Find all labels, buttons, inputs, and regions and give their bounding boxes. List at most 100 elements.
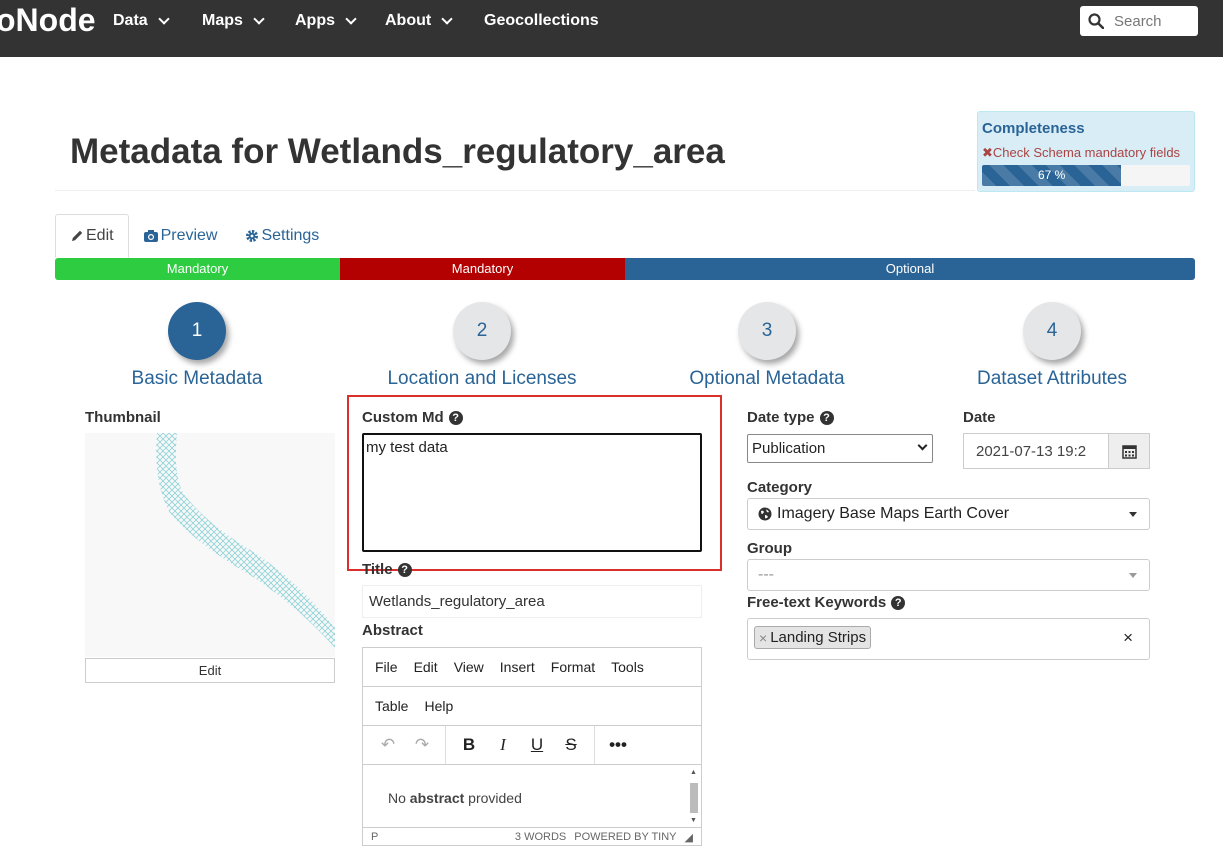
abstract-label: Abstract [362,622,423,639]
thumbnail-edit-button[interactable]: Edit [85,658,335,683]
category-label: Category [747,479,812,496]
nav-about[interactable]: About [385,12,453,30]
help-icon[interactable]: ? [397,562,412,577]
editor-scrollbar[interactable]: ▲ ▼ [689,769,699,825]
more-icon[interactable]: ••• [601,735,635,755]
chevron-down-icon [158,12,170,25]
menu-format[interactable]: Format [543,659,603,675]
custom-md-textarea[interactable]: my test data [362,433,702,552]
title-label: Title ? [362,561,412,578]
menu-tools[interactable]: Tools [603,659,652,675]
underline-icon[interactable]: U [520,735,554,755]
keywords-input[interactable]: × Landing Strips × [747,618,1150,660]
nav-apps[interactable]: Apps [295,12,357,30]
group-label: Group [747,540,792,557]
search-box[interactable] [1080,6,1198,36]
keyword-tag-label: Landing Strips [770,629,867,646]
nav-geocollections-label: Geocollections [484,12,599,29]
menu-edit[interactable]: Edit [406,659,446,675]
camera-icon [143,230,158,242]
calendar-button[interactable] [1108,433,1150,469]
nav-data-label: Data [113,12,148,29]
search-icon [1088,13,1104,29]
powered-by-link[interactable]: POWERED BY TINY [574,831,676,844]
step-dataset-attributes[interactable]: 4 Dataset Attributes [922,302,1182,390]
scrollbar-thumb[interactable] [690,783,698,813]
stepbar-segment-location[interactable]: Mandatory [340,258,625,280]
progress-stepbar: Mandatory Mandatory Optional [55,258,1195,280]
element-path[interactable]: P [371,831,378,843]
step-location-licenses[interactable]: 2 Location and Licenses [352,302,612,390]
step-number: 3 [738,302,796,360]
step-optional-metadata[interactable]: 3 Optional Metadata [637,302,897,390]
close-icon: ✖ [982,145,993,160]
abstract-content-prefix: No [388,790,410,806]
thumbnail-label: Thumbnail [85,409,161,426]
abstract-rich-text-editor: File Edit View Insert Format Tools Table… [362,647,702,846]
menu-file[interactable]: File [367,659,406,675]
date-type-label: Date type ? [747,409,834,426]
remove-tag-icon[interactable]: × [759,630,767,646]
tab-edit-label: Edit [86,227,114,244]
keyword-tag: × Landing Strips [754,626,872,649]
date-input[interactable] [963,433,1109,469]
help-icon[interactable]: ? [891,595,906,610]
editor-content-area[interactable]: No abstract provided ▲ ▼ [363,765,701,828]
editor-menubar-row2: Table Help [363,687,701,726]
nav-apps-label: Apps [295,12,335,29]
title-divider [55,190,975,191]
menu-view[interactable]: View [446,659,492,675]
scroll-down-icon[interactable]: ▼ [690,817,697,824]
bold-icon[interactable]: B [452,735,486,755]
strikethrough-icon[interactable]: S [554,735,588,755]
date-type-label-text: Date type [747,409,815,426]
nav-data[interactable]: Data [113,12,170,30]
search-input[interactable] [1114,12,1194,30]
group-dropdown[interactable]: --- [747,559,1150,591]
menu-table[interactable]: Table [367,698,416,714]
category-selected: Imagery Base Maps Earth Cover [777,505,1010,522]
toolbar-divider [594,726,595,764]
brand-logo[interactable]: oNode [0,2,96,39]
nav-about-label: About [385,12,432,29]
undo-icon[interactable]: ↶ [371,735,405,755]
nav-maps[interactable]: Maps [202,12,265,30]
date-type-selected: Publication [752,440,826,457]
nav-geocollections[interactable]: Geocollections [484,12,599,30]
help-icon[interactable]: ? [448,410,463,425]
metadata-tabs: Edit Preview Settings [55,214,333,258]
stepbar-segment-basic[interactable]: Mandatory [55,258,340,280]
clear-icon[interactable]: × [1123,628,1133,648]
completeness-progress: 67 % [982,165,1190,186]
category-label-text: Category [747,479,813,496]
caret-down-icon [1129,573,1137,578]
completeness-warning-text: Check Schema mandatory fields [992,145,1181,160]
menu-insert[interactable]: Insert [492,659,543,675]
resize-handle-icon[interactable]: ◢ [685,831,693,844]
redo-icon[interactable]: ↷ [405,735,439,755]
completeness-warning[interactable]: ✖Check Schema mandatory fields [982,145,1180,161]
title-input[interactable] [362,585,702,618]
stepbar-segment-optional[interactable]: Optional [625,258,1195,280]
completeness-panel: Completeness ✖Check Schema mandatory fie… [977,111,1195,192]
caret-down-icon [1129,512,1137,517]
menu-help[interactable]: Help [416,698,461,714]
tab-settings[interactable]: Settings [231,214,333,258]
step-number: 1 [168,302,226,360]
pencil-icon [72,230,83,241]
scroll-up-icon[interactable]: ▲ [690,769,697,776]
step-basic-metadata[interactable]: 1 Basic Metadata [67,302,327,390]
date-type-select[interactable]: Publication [747,434,933,463]
date-label: Date [963,409,996,426]
italic-icon[interactable]: I [486,735,520,755]
step-label: Optional Metadata [689,368,845,389]
tab-edit[interactable]: Edit [55,214,129,258]
tab-settings-label: Settings [261,227,320,244]
tab-preview[interactable]: Preview [129,214,232,258]
chevron-down-icon [917,440,928,451]
category-dropdown[interactable]: Imagery Base Maps Earth Cover [747,498,1150,530]
nav-maps-label: Maps [202,12,243,29]
date-label-text: Date [963,409,996,426]
help-icon[interactable]: ? [819,410,834,425]
step-label: Basic Metadata [131,368,263,389]
